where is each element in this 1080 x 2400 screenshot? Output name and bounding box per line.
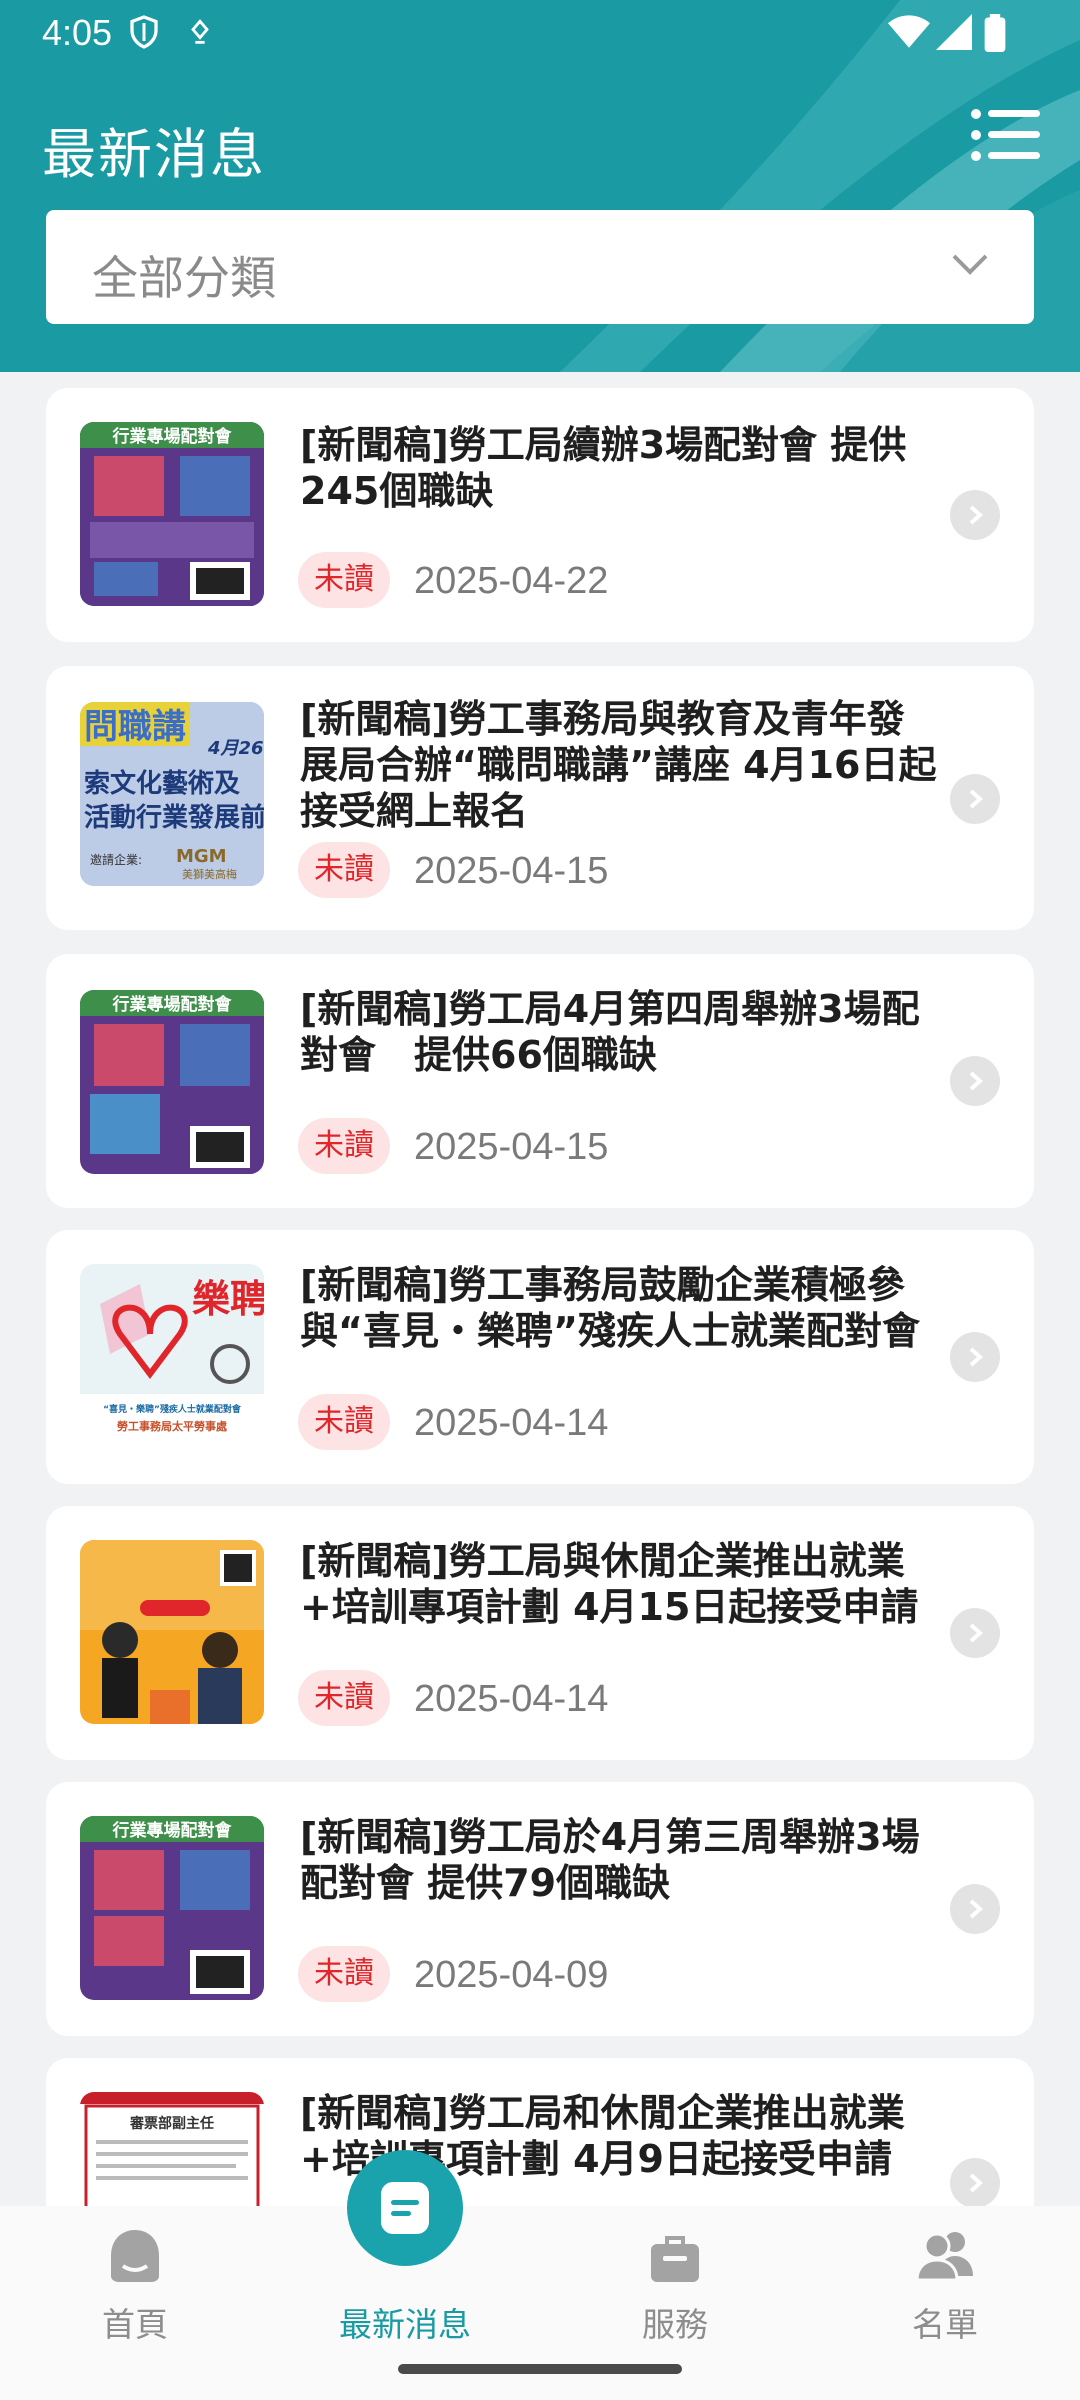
chevron-right-icon[interactable] <box>950 1056 1000 1106</box>
nav-news-label: 最新消息 <box>339 2305 471 2344</box>
page-title: 最新消息 <box>42 123 266 186</box>
news-card[interactable]: [新聞稿]勞工局與休閒企業推出就業 +培訓專項計劃 4月15日起接受申請 未讀 2… <box>46 1506 1034 1760</box>
news-fab-button[interactable] <box>347 2150 463 2266</box>
news-title: [新聞稿]勞工局續辦3場配對會 提供 245個職缺 <box>300 423 907 513</box>
svg-text:美獅美高梅: 美獅美高梅 <box>182 867 237 881</box>
unread-badge: 未讀 <box>298 1394 390 1450</box>
signal-icon <box>936 14 972 50</box>
menu-list-icon[interactable] <box>970 108 1040 162</box>
nav-list-label: 名單 <box>912 2305 978 2344</box>
svg-text:4月26: 4月26 <box>207 738 264 759</box>
location-icon <box>191 19 209 44</box>
svg-text:問職講: 問職講 <box>84 707 186 747</box>
nav-services-label: 服務 <box>642 2305 708 2344</box>
news-date: 2025-04-15 <box>414 850 609 892</box>
unread-badge: 未讀 <box>298 1118 390 1174</box>
category-dropdown[interactable]: 全部分類 <box>46 210 1034 324</box>
shield-icon <box>130 15 158 49</box>
job-fair-poster-image: 行業專場配對會 <box>80 1816 264 2000</box>
news-icon <box>381 2182 429 2234</box>
nav-home-label: 首頁 <box>102 2305 168 2344</box>
home-icon <box>111 2230 159 2282</box>
news-card[interactable]: 樂聘 “喜見・樂聘”殘疾人士就業配對會 勞工事務局太平勞事處 [新聞稿]勞工事務… <box>46 1230 1034 1484</box>
chevron-right-icon[interactable] <box>950 774 1000 824</box>
chevron-right-icon[interactable] <box>950 1332 1000 1382</box>
status-bar: 4:05 <box>0 0 1080 64</box>
news-thumbnail: 行業專場配對會 <box>80 990 264 1174</box>
news-date: 2025-04-14 <box>414 1678 609 1720</box>
svg-text:勞工事務局太平勞事處: 勞工事務局太平勞事處 <box>117 1419 228 1433</box>
briefcase-icon <box>651 2236 699 2282</box>
unread-badge: 未讀 <box>298 1670 390 1726</box>
people-icon <box>915 2232 973 2282</box>
svg-text:活動行業發展前: 活動行業發展前 <box>84 802 264 833</box>
news-card[interactable]: 行業專場配對會 [新聞稿]勞工局4月第四周舉辦3場配 對會 提供66個職缺 未讀 … <box>46 954 1034 1208</box>
app-header: 4:05 最新消息 全部分類 <box>0 0 1080 372</box>
category-dropdown-value: 全部分類 <box>92 251 276 305</box>
news-thumbnail: 樂聘 “喜見・樂聘”殘疾人士就業配對會 勞工事務局太平勞事處 <box>80 1264 264 1448</box>
news-thumbnail <box>80 1540 264 1724</box>
news-thumbnail: 行業專場配對會 <box>80 422 264 606</box>
news-card[interactable]: 行業專場配對會 [新聞稿]勞工局續辦3場配對會 提供 245個職缺 未讀 2025… <box>46 388 1034 642</box>
unread-badge: 未讀 <box>298 1946 390 2002</box>
chevron-right-icon[interactable] <box>950 490 1000 540</box>
gesture-home-indicator[interactable] <box>398 2364 682 2374</box>
news-thumbnail: 問職講 4月26 索文化藝術及 活動行業發展前 邀請企業: MGM 美獅美高梅 <box>80 702 264 886</box>
svg-text:索文化藝術及: 索文化藝術及 <box>84 768 240 799</box>
news-title: [新聞稿]勞工事務局鼓勵企業積極參 與“喜見・樂聘”殘疾人士就業配對會 <box>300 1263 920 1353</box>
chevron-right-icon[interactable] <box>950 2158 1000 2208</box>
svg-text:樂聘: 樂聘 <box>192 1277 264 1321</box>
news-title: [新聞稿]勞工局於4月第三周舉辦3場 配對會 提供79個職缺 <box>300 1815 920 1905</box>
news-title: [新聞稿]勞工局與休閒企業推出就業 +培訓專項計劃 4月15日起接受申請 <box>300 1539 919 1629</box>
svg-text:MGM: MGM <box>176 846 227 867</box>
battery-icon <box>984 14 1006 52</box>
disability-job-fair-poster-image: 樂聘 “喜見・樂聘”殘疾人士就業配對會 勞工事務局太平勞事處 <box>80 1264 264 1448</box>
news-card[interactable]: 問職講 4月26 索文化藝術及 活動行業發展前 邀請企業: MGM 美獅美高梅 … <box>46 666 1034 930</box>
news-title: [新聞稿]勞工局4月第四周舉辦3場配 對會 提供66個職缺 <box>300 987 920 1077</box>
job-fair-poster-image: 行業專場配對會 <box>80 422 264 606</box>
nav-list[interactable]: 名單 <box>810 2206 1080 2400</box>
training-program-poster-image <box>80 1540 264 1724</box>
svg-text:審票部副主任: 審票部副主任 <box>129 2115 214 2132</box>
news-card[interactable]: 行業專場配對會 [新聞稿]勞工局於4月第三周舉辦3場 配對會 提供79個職缺 未讀… <box>46 1782 1034 2036</box>
news-thumbnail: 行業專場配對會 <box>80 1816 264 2000</box>
job-fair-poster-image: 行業專場配對會 <box>80 990 264 1174</box>
status-time: 4:05 <box>42 12 113 53</box>
news-date: 2025-04-22 <box>414 560 609 602</box>
chevron-down-icon <box>952 254 988 275</box>
unread-badge: 未讀 <box>298 552 390 608</box>
chevron-right-icon[interactable] <box>950 1608 1000 1658</box>
news-title: [新聞稿]勞工事務局與教育及青年發 展局合辦“職問職講”講座 4月16日起 接受網上… <box>300 697 937 833</box>
chevron-right-icon[interactable] <box>950 1884 1000 1934</box>
nav-home[interactable]: 首頁 <box>0 2206 270 2400</box>
news-date: 2025-04-15 <box>414 1126 609 1168</box>
svg-text:“喜見・樂聘”殘疾人士就業配對會: “喜見・樂聘”殘疾人士就業配對會 <box>103 1403 242 1415</box>
news-date: 2025-04-09 <box>414 1954 609 1996</box>
career-talk-poster-image: 問職講 4月26 索文化藝術及 活動行業發展前 邀請企業: MGM 美獅美高梅 <box>80 702 264 886</box>
svg-text:行業專場配對會: 行業專場配對會 <box>112 426 233 447</box>
news-date: 2025-04-14 <box>414 1402 609 1444</box>
svg-text:行業專場配對會: 行業專場配對會 <box>112 1820 233 1841</box>
svg-text:邀請企業:: 邀請企業: <box>90 852 142 867</box>
unread-badge: 未讀 <box>298 842 390 898</box>
svg-text:行業專場配對會: 行業專場配對會 <box>112 994 233 1015</box>
wifi-icon <box>888 15 930 48</box>
